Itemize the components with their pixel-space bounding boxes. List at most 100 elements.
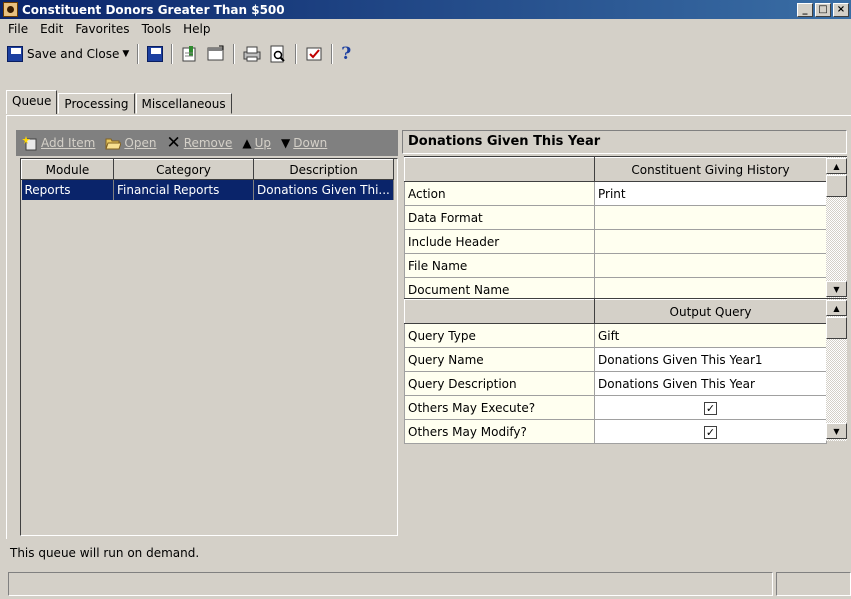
table-row[interactable]: Reports Financial Reports Donations Give… (21, 179, 394, 200)
maximize-button[interactable]: □ (815, 2, 831, 17)
arrow-up-icon: ▲ (242, 136, 252, 150)
remove-x-icon: ✕ (166, 132, 181, 153)
toolbar-separator (295, 44, 298, 64)
property-row[interactable]: File Name (404, 253, 827, 278)
tab-miscellaneous[interactable]: Miscellaneous (135, 93, 232, 114)
move-up-label: Up (254, 136, 272, 150)
menu-file[interactable]: File (2, 22, 34, 36)
property-value-query-name[interactable]: Donations Given This Year1 (594, 347, 827, 372)
property-label: Others May Execute? (404, 395, 595, 420)
property-label: Query Description (404, 371, 595, 396)
property-row[interactable]: Query Name Donations Given This Year1 (404, 347, 827, 372)
section-header-row: Output Query (404, 299, 827, 324)
arrow-down-icon: ▼ (281, 136, 291, 150)
column-header-category[interactable]: Category (113, 159, 254, 180)
printer-icon (243, 46, 261, 62)
remove-item-label: Remove (183, 136, 233, 150)
open-item-button[interactable]: Open (105, 136, 156, 150)
giving-history-grid: Constituent Giving History Action Print … (404, 156, 847, 302)
window-title: Constituent Donors Greater Than $500 (22, 2, 285, 17)
grid-header-row: Module Category Description (21, 159, 394, 180)
toolbar-separator (331, 44, 334, 64)
menu-bar: File Edit Favorites Tools Help (0, 19, 851, 39)
queue-toolbar: Add Item Open ✕ Remove ▲ Up ▼ Down (16, 130, 398, 156)
main-toolbar: Save and Close ▼ ? (2, 40, 849, 68)
cell-module[interactable]: Reports (21, 179, 114, 200)
spell-check-button[interactable] (302, 42, 326, 66)
menu-tools[interactable]: Tools (136, 22, 178, 36)
open-item-label: Open (124, 136, 157, 150)
property-row[interactable]: Action Print (404, 181, 827, 206)
column-header-description[interactable]: Description (253, 159, 394, 180)
column-header-module[interactable]: Module (21, 159, 114, 180)
toolbar-separator (233, 44, 236, 64)
property-label: Others May Modify? (404, 419, 595, 444)
property-row[interactable]: Data Format (404, 205, 827, 230)
property-label: Action (404, 181, 595, 206)
help-icon: ? (341, 44, 352, 64)
cell-description[interactable]: Donations Given Thi... (253, 179, 394, 200)
save-and-close-label: Save and Close (27, 47, 120, 61)
scroll-thumb[interactable] (826, 175, 847, 197)
queue-grid: Module Category Description Reports Fina… (20, 158, 398, 536)
property-row[interactable]: Others May Modify? ✓ (404, 419, 827, 444)
save-close-icon (7, 46, 23, 62)
property-value-action[interactable]: Print (594, 181, 827, 206)
move-down-label: Down (293, 136, 328, 150)
others-may-execute-checkbox[interactable]: ✓ (704, 401, 717, 415)
scroll-down-button[interactable]: ▼ (826, 423, 847, 439)
others-may-modify-checkbox[interactable]: ✓ (704, 425, 717, 439)
section-header-output-query: Output Query (594, 299, 827, 324)
add-item-button[interactable]: Add Item (22, 135, 95, 151)
cell-category[interactable]: Financial Reports (113, 179, 254, 200)
vertical-scrollbar[interactable]: ▲ ▼ (826, 299, 847, 441)
property-value-query-type[interactable]: Gift (594, 323, 827, 348)
tab-queue[interactable]: Queue (6, 90, 58, 114)
window-icon (207, 45, 224, 61)
minimize-button[interactable]: _ (797, 2, 813, 17)
menu-help[interactable]: Help (177, 22, 216, 36)
save-button[interactable] (144, 42, 166, 66)
tab-processing[interactable]: Processing (58, 93, 135, 114)
move-up-button[interactable]: ▲ Up (242, 136, 271, 150)
vertical-scrollbar[interactable]: ▲ ▼ (826, 157, 847, 299)
move-down-button[interactable]: ▼ Down (281, 136, 327, 150)
scroll-up-button[interactable]: ▲ (826, 158, 847, 174)
scroll-down-button[interactable]: ▼ (826, 281, 847, 297)
property-row[interactable]: Query Type Gift (404, 323, 827, 348)
section-header-blank (404, 299, 595, 324)
print-preview-button[interactable] (266, 42, 290, 66)
others-may-modify-cell[interactable]: ✓ (594, 419, 827, 444)
close-button[interactable]: × (833, 2, 849, 17)
property-label: File Name (404, 253, 595, 278)
add-item-icon (22, 136, 37, 151)
property-row[interactable]: Others May Execute? ✓ (404, 395, 827, 420)
open-button[interactable] (204, 42, 228, 66)
scroll-up-button[interactable]: ▲ (826, 300, 847, 316)
details-title: Donations Given This Year (402, 130, 847, 154)
print-button[interactable] (240, 42, 264, 66)
property-row[interactable]: Query Description Donations Given This Y… (404, 371, 827, 396)
checkmark-icon (306, 47, 322, 61)
property-value-query-description[interactable]: Donations Given This Year (594, 371, 827, 396)
status-bar-pane (8, 572, 773, 596)
menu-favorites[interactable]: Favorites (69, 22, 135, 36)
app-icon[interactable] (3, 2, 18, 17)
property-value-include-header[interactable] (594, 229, 827, 254)
property-value-file-name[interactable] (594, 253, 827, 278)
toolbar-separator (171, 44, 174, 64)
status-message: This queue will run on demand. (10, 546, 200, 560)
help-button[interactable]: ? (338, 42, 354, 66)
save-and-close-button[interactable]: Save and Close ▼ (4, 42, 132, 66)
menu-edit[interactable]: Edit (34, 22, 69, 36)
properties-button[interactable] (178, 42, 202, 66)
title-bar: Constituent Donors Greater Than $500 _ □… (0, 0, 851, 19)
scroll-thumb[interactable] (826, 317, 847, 339)
property-value-data-format[interactable] (594, 205, 827, 230)
property-row[interactable]: Include Header (404, 229, 827, 254)
property-label: Query Name (404, 347, 595, 372)
others-may-execute-cell[interactable]: ✓ (594, 395, 827, 420)
remove-item-button[interactable]: ✕ Remove (166, 132, 233, 153)
tab-strip: Queue Processing Miscellaneous (6, 90, 233, 115)
chevron-down-icon[interactable]: ▼ (122, 49, 129, 59)
